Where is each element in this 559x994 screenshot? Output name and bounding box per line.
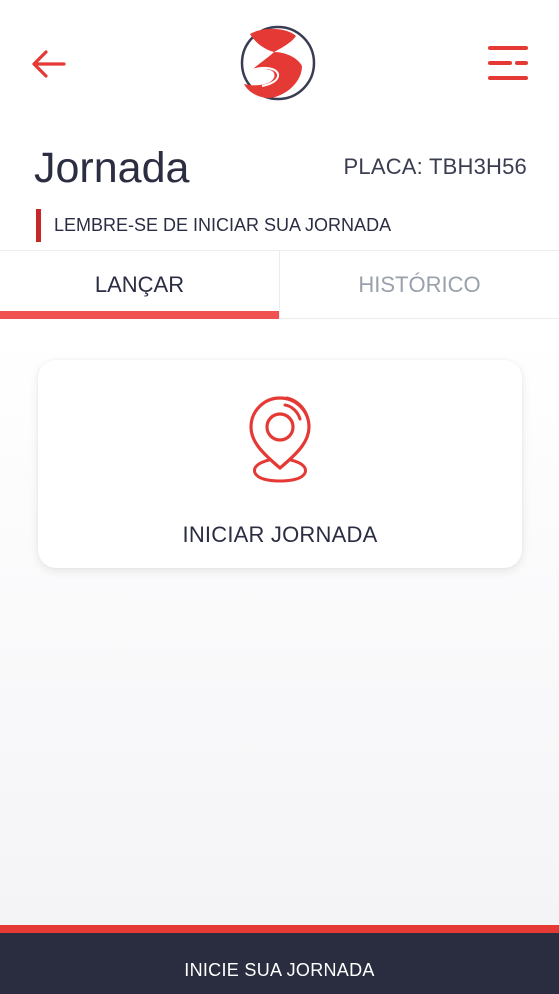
reminder-banner: LEMBRE-SE DE INICIAR SUA JORNADA (36, 209, 391, 242)
top-bar (0, 0, 559, 130)
title-row: Jornada PLACA: TBH3H56 (0, 140, 559, 200)
menu-button[interactable] (484, 42, 532, 86)
location-pin-icon (249, 396, 311, 483)
tab-bar: LANÇAR HISTÓRICO (0, 250, 559, 319)
footer-label: INICIE SUA JORNADA (184, 960, 375, 980)
reminder-text: LEMBRE-SE DE INICIAR SUA JORNADA (54, 215, 392, 235)
page-title: Jornada (34, 144, 190, 192)
brand-logo (236, 22, 318, 104)
arrow-left-icon (32, 50, 66, 78)
start-journey-card[interactable]: INICIAR JORNADA (38, 360, 522, 568)
start-journey-label: INICIAR JORNADA (182, 522, 378, 547)
tab-historico[interactable]: HISTÓRICO (279, 251, 559, 318)
plate-value: TBH3H56 (429, 154, 527, 179)
back-button[interactable] (28, 44, 70, 84)
menu-icon (488, 46, 528, 80)
plate-info: PLACA: TBH3H56 (344, 154, 527, 180)
tab-lancar[interactable]: LANÇAR (0, 251, 279, 319)
plate-label: PLACA: (343, 154, 423, 179)
start-journey-footer-button[interactable]: INICIE SUA JORNADA (0, 925, 559, 994)
